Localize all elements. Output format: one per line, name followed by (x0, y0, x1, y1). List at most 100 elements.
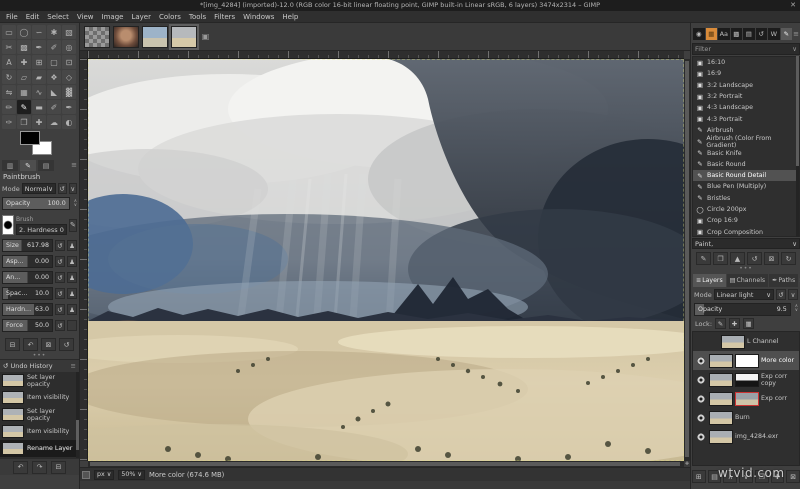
reset-mode-button[interactable]: ↺ (58, 183, 66, 194)
ink-tool[interactable]: ✒ (62, 100, 76, 114)
visibility-eye-icon[interactable] (697, 433, 705, 441)
bucket-fill-tool[interactable]: ◣ (47, 85, 61, 99)
layers-dock-tab[interactable]: ≡ Layers (693, 274, 726, 287)
restore-preset-button[interactable]: ↶ (23, 338, 38, 351)
reset-layer-mode-button[interactable]: ↺ (776, 289, 786, 300)
flip-tool[interactable]: ⇋ (2, 85, 16, 99)
zoom-tool[interactable]: ◎ (62, 40, 76, 54)
menu-item[interactable]: Tools (185, 11, 210, 23)
tool-preset-item[interactable]: ▣ 16:10 (693, 57, 799, 68)
undo-history-item[interactable]: Item visibility (0, 389, 79, 406)
panel-splitter[interactable]: ••• (692, 266, 800, 272)
tool-preset-item[interactable]: ▣ 4:3 Portrait (693, 113, 799, 124)
smudge-tool[interactable]: ☁ (47, 115, 61, 129)
pencil-tool[interactable]: ✏ (2, 100, 16, 114)
crop-tool[interactable]: ▢ (47, 55, 61, 69)
select-by-color-tool[interactable]: ▧ (62, 25, 76, 39)
eraser-tool[interactable]: ▬ (32, 100, 46, 114)
reset-value-button[interactable]: ↺ (55, 272, 65, 283)
layer-opacity-spinner[interactable]: ∧∨ (795, 305, 798, 313)
tool-options-tab[interactable]: ✎ (20, 160, 36, 171)
delete-layer-button[interactable]: ⊠ (786, 470, 800, 483)
dynamics-toggle-icon[interactable]: ♟ (67, 304, 77, 315)
lock-alpha-icon[interactable]: ▦ (743, 318, 754, 329)
reload-presets-button[interactable]: ↻ (781, 252, 796, 265)
rectangle-select-tool[interactable]: ▭ (2, 25, 16, 39)
tool-preset-item[interactable]: ✎ Basic Round (693, 159, 799, 170)
heal-tool[interactable]: ✚ (32, 115, 46, 129)
visibility-eye-icon[interactable] (697, 376, 705, 384)
layer-mask-thumbnail[interactable] (735, 373, 759, 387)
layer-thumbnail[interactable] (709, 411, 733, 425)
layer-mode-select[interactable]: Linear light ∨ (714, 289, 774, 300)
dynamics-toggle-icon[interactable]: ♟ (67, 240, 77, 251)
menu-item[interactable]: Layer (127, 11, 155, 23)
save-preset-button[interactable]: ⊟ (5, 338, 20, 351)
scale-tool[interactable]: ▱ (17, 70, 31, 84)
gradient-tool[interactable]: ▓ (62, 85, 76, 99)
dock-menu-icon[interactable]: ≡ (71, 160, 77, 171)
fuzzy-select-tool[interactable]: ✱ (47, 25, 61, 39)
tool-slider[interactable]: Asp... 0.00 (2, 255, 53, 268)
tool-slider[interactable]: Hardn... 63.0 (2, 303, 53, 316)
align-tool[interactable]: ⊞ (32, 55, 46, 69)
layer-thumbnail[interactable] (709, 373, 733, 387)
visibility-eye-icon[interactable] (697, 357, 705, 365)
reset-value-button[interactable]: ↺ (55, 256, 65, 267)
layers-dock-tab[interactable]: ✒ Paths (769, 274, 798, 287)
layer-mask-thumbnail[interactable] (735, 354, 759, 368)
duplicate-preset-button[interactable]: ❐ (713, 252, 728, 265)
unified-transform-tool[interactable]: ⊡ (62, 55, 76, 69)
tool-preset-item[interactable]: ▣ 4:3 Landscape (693, 102, 799, 113)
image-tab-portrait[interactable] (113, 26, 139, 48)
dock-menu-icon[interactable]: ≡ (793, 30, 799, 38)
lock-position-icon[interactable]: ✚ (729, 318, 740, 329)
tool-options-tab[interactable]: ▥ (2, 160, 18, 171)
layer-row[interactable]: L Channel (693, 332, 799, 351)
tool-preset-item[interactable]: ✎ Airbrush (Color From Gradient) (693, 136, 799, 147)
canvas[interactable] (88, 59, 684, 461)
menu-item[interactable]: Image (98, 11, 128, 23)
dock-menu-icon[interactable]: ≡ (71, 362, 76, 370)
presets-scrollbar[interactable] (796, 56, 799, 237)
tool-preset-item[interactable]: ✎ Basic Knife (693, 147, 799, 158)
dock-tab-icon[interactable]: ◉ (693, 28, 705, 40)
menu-item[interactable]: Help (278, 11, 302, 23)
image-tab-checker[interactable] (84, 26, 110, 48)
layer-row[interactable]: Exp corr (693, 389, 799, 408)
tool-slider[interactable]: Size 617.98 (2, 239, 53, 252)
image-tab-landscape[interactable] (142, 26, 168, 48)
tool-preset-item[interactable]: ▣ 3:2 Portrait (693, 91, 799, 102)
dynamics-toggle-icon[interactable]: ♟ (67, 256, 77, 267)
text-tool[interactable]: A (2, 55, 16, 69)
paths-tool[interactable]: ✒ (32, 40, 46, 54)
new-preset-button[interactable]: ▲ (730, 252, 745, 265)
close-window-button[interactable]: ✕ (790, 0, 796, 11)
brush-thumbnail[interactable] (2, 215, 14, 235)
dock-tab-icon[interactable]: ▩ (731, 28, 743, 40)
foreground-select-tool[interactable]: ▩ (17, 40, 31, 54)
ellipse-select-tool[interactable]: ◯ (17, 25, 31, 39)
layer-thumbnail[interactable] (721, 335, 745, 349)
undo-scrollbar[interactable] (76, 372, 79, 458)
opacity-spinner[interactable]: ∧∨ (74, 200, 77, 208)
undo-history-item[interactable]: Set layer opacity (0, 406, 79, 423)
color-area[interactable] (6, 131, 62, 157)
layer-row[interactable]: More color (693, 351, 799, 370)
menu-item[interactable]: Edit (22, 11, 44, 23)
brush-select-button[interactable]: 2. Hardness 0 (16, 224, 67, 235)
redo-button[interactable]: ↷ (32, 461, 47, 474)
menu-item[interactable]: Filters (210, 11, 239, 23)
tool-preset-item[interactable]: ▣ 16:9 (693, 68, 799, 79)
tool-preset-item[interactable]: ▣ 3:2 Landscape (693, 80, 799, 91)
mypaint-brush-tool[interactable]: ✑ (2, 115, 16, 129)
image-tab-dunes[interactable] (171, 26, 197, 48)
free-select-tool[interactable]: ∽ (32, 25, 46, 39)
scissors-select-tool[interactable]: ✂ (2, 40, 16, 54)
new-layer-button[interactable]: ⊞ (692, 470, 706, 483)
tool-slider[interactable]: An... 0.00 (2, 271, 53, 284)
tool-preset-item[interactable]: ✎ Blue Pen (Multiply) (693, 181, 799, 192)
menu-item[interactable]: Select (43, 11, 73, 23)
color-picker-tool[interactable]: ✐ (47, 40, 61, 54)
tool-preset-item[interactable]: ✎ Basic Round Detail (693, 170, 799, 181)
